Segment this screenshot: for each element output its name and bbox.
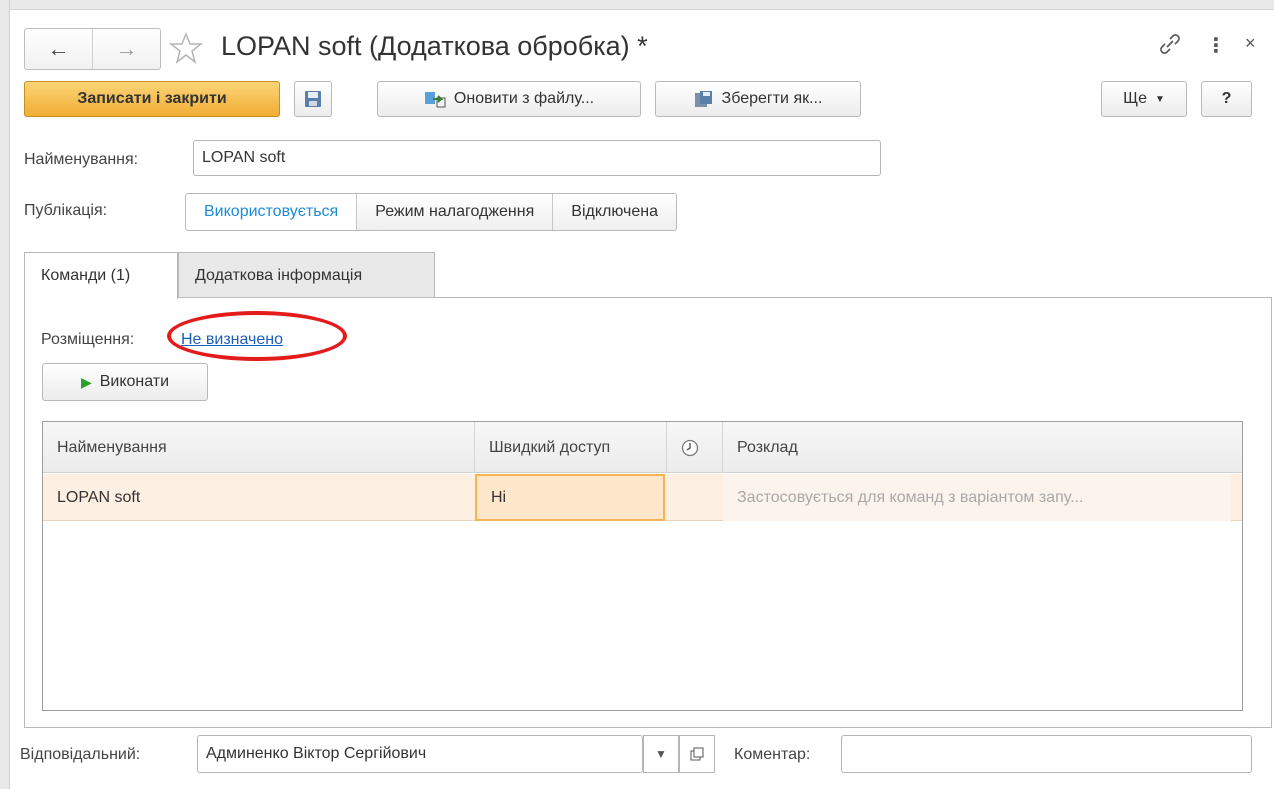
- save-close-label: Записати і закрити: [77, 90, 227, 107]
- help-button[interactable]: ?: [1201, 81, 1252, 117]
- more-actions-icon[interactable]: ⋮: [1206, 33, 1226, 58]
- update-from-file-button[interactable]: Оновити з файлу...: [377, 81, 641, 117]
- arrow-left-icon: ←: [47, 36, 70, 61]
- play-icon: ▶: [80, 373, 92, 390]
- cell-schedule[interactable]: Застосовується для команд з варіантом за…: [723, 474, 1231, 521]
- cell-name[interactable]: LOPAN soft: [43, 474, 475, 521]
- save-as-button[interactable]: Зберегти як...: [655, 81, 861, 117]
- publication-option-disabled[interactable]: Відключена: [552, 194, 676, 230]
- save-close-button[interactable]: Записати і закрити: [24, 81, 280, 117]
- save-as-icon: [694, 90, 714, 108]
- window-frame-top: [0, 0, 1274, 10]
- close-icon[interactable]: ×: [1245, 33, 1256, 54]
- update-file-icon: [424, 90, 446, 108]
- responsible-dropdown-button[interactable]: ▼: [643, 735, 679, 773]
- save-as-label: Зберегти як...: [721, 90, 823, 107]
- help-label: ?: [1221, 90, 1232, 107]
- cell-quick-access[interactable]: Ні: [475, 474, 665, 521]
- column-header-clock[interactable]: [667, 422, 723, 473]
- responsible-label: Відповідальний:: [20, 746, 141, 763]
- open-window-icon: [690, 747, 704, 761]
- responsible-input[interactable]: Админенко Віктор Сергійович: [197, 735, 643, 773]
- run-button[interactable]: ▶ Виконати: [42, 363, 208, 401]
- comment-label: Коментар:: [734, 746, 811, 763]
- responsible-open-button[interactable]: [679, 735, 715, 773]
- publication-option-debug[interactable]: Режим налагодження: [356, 194, 553, 230]
- table-header: Найменування Швидкий доступ Розклад: [43, 422, 1242, 473]
- tab-commands[interactable]: Команди (1): [24, 252, 178, 299]
- update-from-file-label: Оновити з файлу...: [453, 90, 595, 107]
- more-button[interactable]: Ще ▼: [1101, 81, 1187, 117]
- navigation-group: ← →: [24, 28, 161, 70]
- column-header-name[interactable]: Найменування: [43, 422, 475, 473]
- arrow-right-icon: →: [115, 36, 138, 61]
- table-row[interactable]: LOPAN soft Ні Застосовується для команд …: [43, 474, 1242, 521]
- placement-label: Розміщення:: [41, 331, 135, 348]
- cell-clock[interactable]: [667, 474, 723, 521]
- comment-input[interactable]: [841, 735, 1252, 773]
- name-label: Найменування:: [24, 151, 139, 168]
- favorite-star-icon[interactable]: [169, 31, 203, 65]
- window-frame-left: [0, 0, 10, 789]
- column-header-schedule[interactable]: Розклад: [723, 422, 1242, 473]
- window-title: LOPAN soft (Додаткова обробка) *: [221, 31, 648, 61]
- name-input[interactable]: LOPAN soft: [193, 140, 881, 176]
- run-label: Виконати: [99, 373, 170, 390]
- publication-switch: Використовується Режим налагодження Відк…: [185, 193, 677, 231]
- chevron-down-icon: ▼: [655, 747, 667, 761]
- form-window: ← → LOPAN soft (Додаткова обробка) * ⋮ ×…: [11, 11, 1274, 789]
- clock-icon: [681, 439, 699, 456]
- commands-table[interactable]: Найменування Швидкий доступ Розклад LOPA…: [42, 421, 1243, 711]
- floppy-disk-icon: [305, 91, 321, 107]
- link-icon[interactable]: [1159, 33, 1181, 61]
- chevron-down-icon: ▼: [1155, 93, 1165, 105]
- column-header-quick-access[interactable]: Швидкий доступ: [475, 422, 667, 473]
- back-button[interactable]: ←: [25, 29, 92, 69]
- publication-label: Публікація:: [24, 202, 108, 219]
- save-button[interactable]: [294, 81, 332, 117]
- forward-button[interactable]: →: [92, 29, 160, 69]
- tab-additional-info[interactable]: Додаткова інформація: [178, 252, 435, 298]
- more-label: Ще: [1123, 90, 1147, 107]
- annotation-highlight-oval: [167, 311, 347, 361]
- publication-option-used[interactable]: Використовується: [186, 194, 357, 230]
